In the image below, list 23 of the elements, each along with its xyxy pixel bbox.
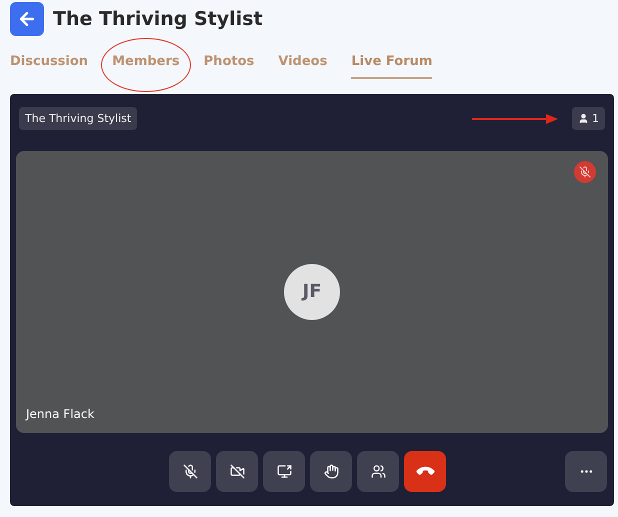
hand-icon	[324, 464, 338, 479]
mic-off-button[interactable]	[169, 451, 211, 492]
people-icon	[370, 464, 386, 479]
tab[interactable]: Members	[112, 52, 180, 78]
participant-name: Jenna Flack	[26, 407, 94, 421]
hang-up-button[interactable]	[404, 451, 446, 492]
video-off-button[interactable]	[216, 451, 258, 492]
screen-share-icon	[276, 464, 292, 479]
tab[interactable]: Videos	[278, 52, 328, 78]
back-button[interactable]	[10, 2, 44, 36]
mic-off-icon	[182, 464, 198, 479]
page-title: The Thriving Stylist	[53, 8, 263, 30]
screen-share-button[interactable]	[263, 451, 305, 492]
room-name: The Thriving Stylist	[19, 107, 138, 130]
participant-count[interactable]: 1	[572, 107, 605, 130]
tab[interactable]: Discussion	[10, 52, 88, 78]
person-icon	[578, 113, 589, 124]
people-button[interactable]	[357, 451, 399, 492]
hand-button[interactable]	[310, 451, 352, 492]
tab[interactable]: Live Forum	[351, 52, 432, 78]
tab[interactable]: Photos	[204, 52, 254, 78]
video-off-icon	[230, 464, 244, 479]
avatar: JF	[284, 264, 340, 320]
